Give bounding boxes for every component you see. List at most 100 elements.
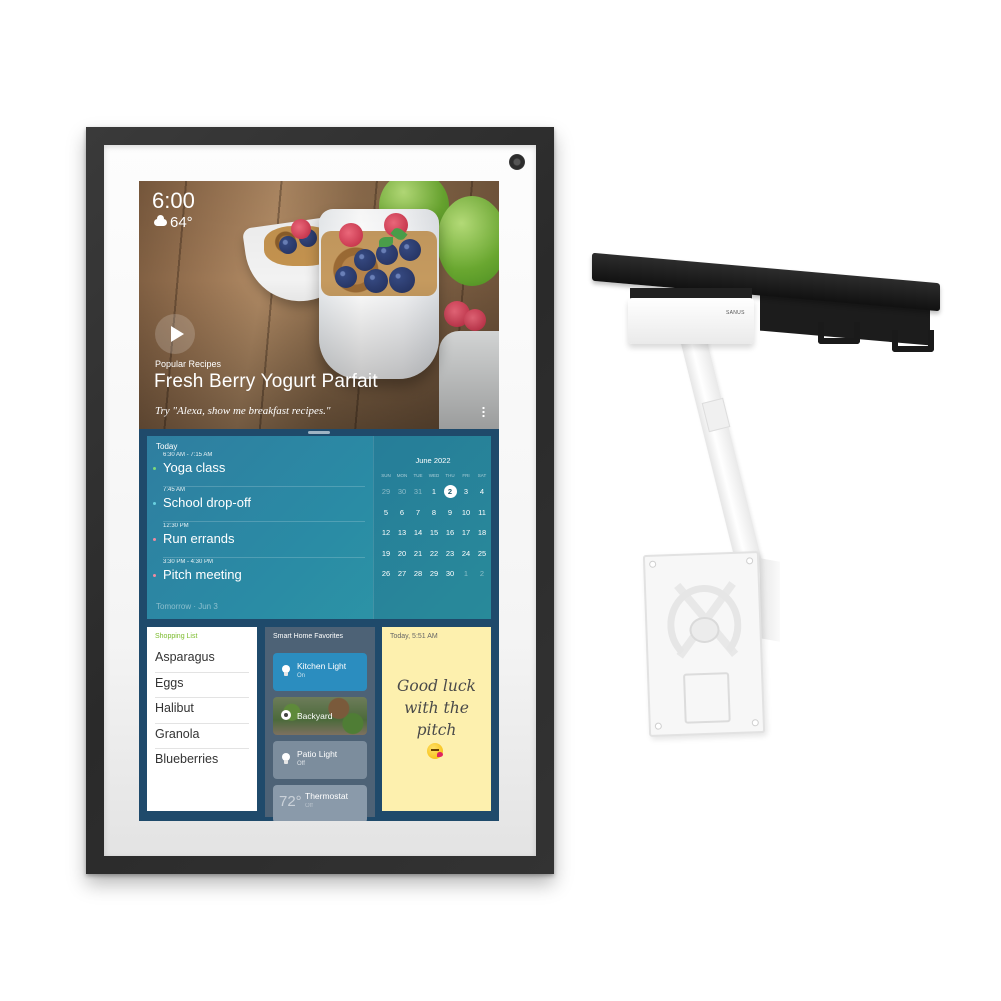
calendar-day[interactable]: 7 xyxy=(410,506,426,527)
mount-plate-side xyxy=(760,558,780,642)
device-tile-thermostat[interactable]: 72° Thermostat Off xyxy=(273,785,367,821)
calendar-day[interactable]: 30 xyxy=(394,485,410,506)
calendar-day[interactable]: 14 xyxy=(410,526,426,547)
calendar-day[interactable]: 25 xyxy=(474,547,490,568)
calendar-day[interactable]: 31 xyxy=(410,485,426,506)
event-name: School drop-off xyxy=(163,495,251,510)
calendar-day[interactable]: 26 xyxy=(378,567,394,588)
shopping-list-item[interactable]: Blueberries xyxy=(155,749,249,775)
calendar[interactable]: June 2022 SUN MON TUE WED THU FRI SAT 29 30 31 1 2 3… xyxy=(373,436,491,619)
calendar-day-number: 8 xyxy=(431,507,437,517)
calendar-day[interactable]: 12 xyxy=(378,526,394,547)
camera-icon xyxy=(281,710,291,720)
calendar-day[interactable]: 6 xyxy=(394,506,410,527)
screw-hole xyxy=(649,560,657,568)
play-button[interactable] xyxy=(155,314,195,354)
device-name: Backyard xyxy=(297,711,333,721)
shopping-list-widget[interactable]: Shopping List Asparagus Eggs Halibut Granol… xyxy=(147,627,257,811)
calendar-day-number: 12 xyxy=(381,528,391,537)
mount-hub: SANUS xyxy=(628,298,754,344)
device-name: Kitchen Light xyxy=(297,661,347,671)
device-tile-kitchen-light[interactable]: Kitchen Light On xyxy=(273,653,367,691)
sticky-note-widget[interactable]: Today, 5:51 AM Good luck with the pitch xyxy=(382,627,491,811)
event-name: Pitch meeting xyxy=(163,567,242,582)
calendar-day-number: 10 xyxy=(461,507,471,517)
calendar-day-number: 1 xyxy=(431,487,437,496)
agenda-event[interactable]: 6:30 AM - 7:15 AM Yoga class xyxy=(153,452,365,487)
calendar-day[interactable]: 27 xyxy=(394,567,410,588)
calendar-day-number: 23 xyxy=(445,548,455,558)
thermostat-reading: 72° xyxy=(279,793,302,810)
shopping-list-item[interactable]: Granola xyxy=(155,724,249,749)
calendar-day-number: 13 xyxy=(397,528,407,537)
mount-hook xyxy=(818,322,860,344)
brand-label: SANUS xyxy=(726,310,745,316)
calendar-day[interactable]: 30 xyxy=(442,567,458,588)
device-name: Patio Light xyxy=(297,749,338,759)
shopping-list-item[interactable]: Eggs xyxy=(155,673,249,698)
calendar-day[interactable]: 29 xyxy=(378,485,394,506)
cloud-icon xyxy=(154,215,167,226)
calendar-day[interactable]: 28 xyxy=(410,567,426,588)
calendar-day-number: 1 xyxy=(463,569,469,578)
calendar-day[interactable]: 21 xyxy=(410,547,426,568)
recipe-hero[interactable]: 6:00 64° Popular Recipes Fresh Berry Yog… xyxy=(139,181,499,429)
calendar-day[interactable]: 1 xyxy=(426,485,442,506)
calendar-day-number: 5 xyxy=(383,507,389,517)
device-status: Off xyxy=(297,761,305,767)
calendar-day[interactable]: 8 xyxy=(426,506,442,527)
agenda-tomorrow[interactable]: Tomorrow · Jun 3 xyxy=(156,602,218,611)
more-options-icon[interactable] xyxy=(482,406,485,418)
calendar-day[interactable]: 23 xyxy=(442,547,458,568)
calendar-day[interactable]: 16 xyxy=(442,526,458,547)
calendar-month: June 2022 xyxy=(415,456,451,465)
calendar-day[interactable]: 19 xyxy=(378,547,394,568)
recipe-title[interactable]: Fresh Berry Yogurt Parfait xyxy=(154,371,378,393)
device-tile-patio-light[interactable]: Patio Light Off xyxy=(273,741,367,779)
smart-home-widget: Smart Home Favorites Kitchen Light On Ba… xyxy=(265,627,375,821)
device-tile-backyard[interactable]: Backyard xyxy=(273,697,367,735)
shopping-list-item[interactable]: Halibut xyxy=(155,698,249,724)
agenda-event[interactable]: 7:45 AM School drop-off xyxy=(153,487,365,522)
event-divider xyxy=(163,521,365,522)
calendar-day[interactable]: 4 xyxy=(474,485,490,506)
calendar-day[interactable]: 9 xyxy=(442,506,458,527)
calendar-day[interactable]: 15 xyxy=(426,526,442,547)
calendar-day-number: 16 xyxy=(445,528,455,537)
calendar-day-selected[interactable]: 2 xyxy=(442,485,458,506)
agenda-event[interactable]: 3:30 PM - 4:30 PM Pitch meeting xyxy=(153,559,365,594)
note-text: Good luck with the pitch xyxy=(397,677,476,739)
wall-mount: SANUS xyxy=(580,252,960,750)
calendar-day-number: 2 xyxy=(479,569,485,578)
event-color-dot xyxy=(153,467,156,470)
calendar-day[interactable]: 5 xyxy=(378,506,394,527)
weekday-label: THU xyxy=(445,473,455,478)
shopping-list-item[interactable]: Asparagus xyxy=(155,647,249,673)
agenda-widget[interactable]: Today 6:30 AM - 7:15 AM Yoga class 7:45 AM… xyxy=(147,436,491,619)
calendar-day[interactable]: 29 xyxy=(426,567,442,588)
calendar-day[interactable]: 20 xyxy=(394,547,410,568)
calendar-day[interactable]: 24 xyxy=(458,547,474,568)
calendar-day-number: 9 xyxy=(447,507,453,517)
calendar-day-number: 20 xyxy=(397,548,407,558)
weekday-label: SAT xyxy=(477,473,487,478)
calendar-day[interactable]: 10 xyxy=(458,506,474,527)
alexa-hint: Try "Alexa, show me breakfast recipes." xyxy=(155,405,331,417)
screw-hole xyxy=(746,557,754,565)
agenda-event[interactable]: 12:30 PM Run errands xyxy=(153,523,365,558)
calendar-day[interactable]: 18 xyxy=(474,526,490,547)
calendar-day[interactable]: 1 xyxy=(458,567,474,588)
calendar-day[interactable]: 3 xyxy=(458,485,474,506)
mount-plate xyxy=(642,551,766,737)
calendar-day-number: 29 xyxy=(429,569,439,578)
calendar-day[interactable]: 11 xyxy=(474,506,490,527)
calendar-day-number: 14 xyxy=(413,528,423,537)
calendar-grid: SUN MON TUE WED THU FRI SAT 29 30 31 1 2 3 4 5 6 7 8 9 10 11… xyxy=(378,473,490,588)
drag-handle[interactable] xyxy=(308,431,330,434)
event-divider xyxy=(163,557,365,558)
calendar-day[interactable]: 13 xyxy=(394,526,410,547)
calendar-day[interactable]: 2 xyxy=(474,567,490,588)
calendar-day[interactable]: 17 xyxy=(458,526,474,547)
calendar-day[interactable]: 22 xyxy=(426,547,442,568)
event-color-dot xyxy=(153,574,156,577)
